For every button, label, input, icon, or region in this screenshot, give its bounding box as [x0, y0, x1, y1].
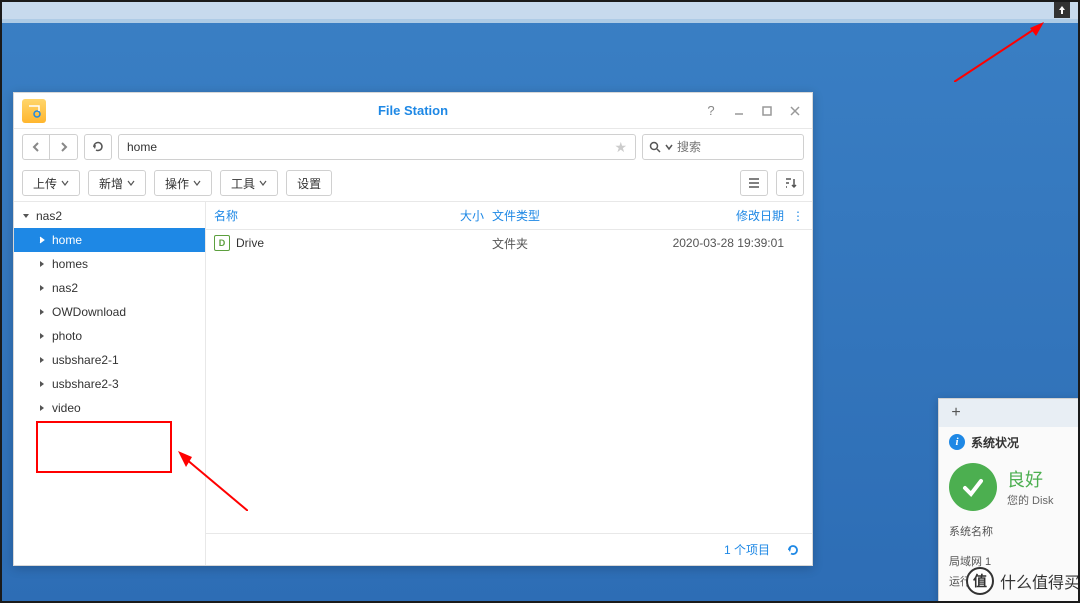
watermark-text: 什么值得买 [1000, 569, 1080, 593]
annotation-arrow-icon [954, 22, 1044, 82]
folder-tree: nas2 home homes nas2 OWDownload photo [14, 202, 206, 565]
health-sub-label: 您的 Disk [1007, 492, 1053, 508]
tree-item-usbshare2-1[interactable]: usbshare2-1 [14, 348, 205, 372]
chevron-down-icon [61, 179, 69, 187]
tree-item-homes[interactable]: homes [14, 252, 205, 276]
info-icon: i [949, 434, 965, 450]
tree-item-label: homes [52, 257, 88, 271]
window-title: File Station [378, 103, 448, 118]
upload-indicator-icon[interactable] [1054, 2, 1070, 18]
navbar: ★ [14, 129, 812, 165]
tree-toggle-icon[interactable] [36, 282, 48, 294]
widget-row-system-name: 系统名称 [949, 521, 1070, 541]
taskbar [0, 0, 1080, 20]
tree-item-label: nas2 [52, 281, 78, 295]
create-label: 新增 [99, 175, 123, 192]
widget-health: 良好 您的 Disk [939, 457, 1080, 517]
chevron-down-icon [193, 179, 201, 187]
upload-button[interactable]: 上传 [22, 170, 80, 196]
path-box[interactable]: ★ [118, 134, 636, 160]
file-row[interactable]: D Drive 文件夹 2020-03-28 19:39:01 [206, 230, 812, 256]
tree-item-photo[interactable]: photo [14, 324, 205, 348]
tools-button[interactable]: 工具 [220, 170, 278, 196]
refresh-icon[interactable] [786, 543, 800, 557]
column-header-row: 名称 大小 文件类型 修改日期 ⋮ [206, 202, 812, 230]
col-type-header[interactable]: 文件类型 [492, 207, 632, 224]
file-station-window: File Station ? ★ 上传 新增 操作 工具 设置 [13, 92, 813, 566]
close-button[interactable] [786, 102, 804, 120]
tree-item-video[interactable]: video [14, 396, 205, 420]
settings-label: 设置 [297, 175, 321, 192]
chevron-down-icon[interactable] [665, 141, 673, 153]
tree-item-home[interactable]: home [14, 228, 205, 252]
create-button[interactable]: 新增 [88, 170, 146, 196]
tree-item-label: usbshare2-3 [52, 377, 119, 391]
tree-toggle-icon[interactable] [36, 354, 48, 366]
statusbar: 1 个项目 [206, 533, 812, 565]
chevron-down-icon [127, 179, 135, 187]
view-list-button[interactable] [740, 170, 768, 196]
search-input[interactable] [677, 140, 797, 154]
app-icon [22, 99, 46, 123]
col-size-header[interactable]: 大小 [432, 207, 492, 224]
sort-button[interactable] [776, 170, 804, 196]
tree-item-label: OWDownload [52, 305, 126, 319]
search-box[interactable] [642, 134, 804, 160]
minimize-button[interactable] [730, 102, 748, 120]
file-name-label: Drive [236, 236, 264, 250]
col-name-header[interactable]: 名称 [206, 207, 432, 224]
tree-toggle-icon[interactable] [36, 306, 48, 318]
nav-back-button[interactable] [22, 134, 50, 160]
widget-add-button[interactable]: + [947, 404, 965, 422]
tree-toggle-icon[interactable] [20, 210, 32, 222]
tree-toggle-icon[interactable] [36, 378, 48, 390]
col-date-header[interactable]: 修改日期 [632, 207, 792, 224]
file-list-panel: 名称 大小 文件类型 修改日期 ⋮ D Drive 文件夹 2020-03-28… [206, 202, 812, 565]
widget-title: 系统状况 [971, 434, 1019, 451]
tree-item-label: photo [52, 329, 82, 343]
file-date: 2020-03-28 19:39:01 [632, 236, 792, 250]
tree-toggle-icon[interactable] [36, 234, 48, 246]
toolbar: 上传 新增 操作 工具 设置 [14, 165, 812, 201]
watermark: 值 什么值得买 [966, 567, 1080, 595]
tree-item-label: home [52, 233, 82, 247]
chevron-down-icon [259, 179, 267, 187]
refresh-button[interactable] [84, 134, 112, 160]
check-circle-icon [949, 463, 997, 511]
settings-button[interactable]: 设置 [286, 170, 332, 196]
tree-item-label: usbshare2-1 [52, 353, 119, 367]
tree-toggle-icon[interactable] [36, 258, 48, 270]
action-label: 操作 [165, 175, 189, 192]
tree-toggle-icon[interactable] [36, 402, 48, 414]
health-status-label: 良好 [1007, 466, 1053, 492]
search-icon [649, 141, 661, 153]
file-list: D Drive 文件夹 2020-03-28 19:39:01 [206, 230, 812, 533]
widget-header: i 系统状况 [939, 427, 1080, 457]
path-input[interactable] [127, 140, 614, 154]
tree-root-label: nas2 [36, 209, 62, 223]
column-options-icon[interactable]: ⋮ [792, 209, 804, 223]
tree-item-usbshare2-3[interactable]: usbshare2-3 [14, 372, 205, 396]
item-count: 1 个项目 [724, 541, 770, 558]
nav-forward-button[interactable] [50, 134, 78, 160]
tools-label: 工具 [231, 175, 255, 192]
tree-root[interactable]: nas2 [14, 204, 205, 228]
file-type: 文件夹 [492, 235, 632, 252]
tree-item-nas2[interactable]: nas2 [14, 276, 205, 300]
favorite-icon[interactable]: ★ [614, 139, 627, 156]
tree-toggle-icon[interactable] [36, 330, 48, 342]
tree-item-label: video [52, 401, 81, 415]
help-button[interactable]: ? [702, 102, 720, 120]
tree-item-owdownload[interactable]: OWDownload [14, 300, 205, 324]
upload-label: 上传 [33, 175, 57, 192]
folder-drive-icon: D [214, 235, 230, 251]
watermark-icon: 值 [966, 567, 994, 595]
widget-tabs: + [939, 399, 1080, 427]
titlebar: File Station ? [14, 93, 812, 129]
maximize-button[interactable] [758, 102, 776, 120]
action-button[interactable]: 操作 [154, 170, 212, 196]
